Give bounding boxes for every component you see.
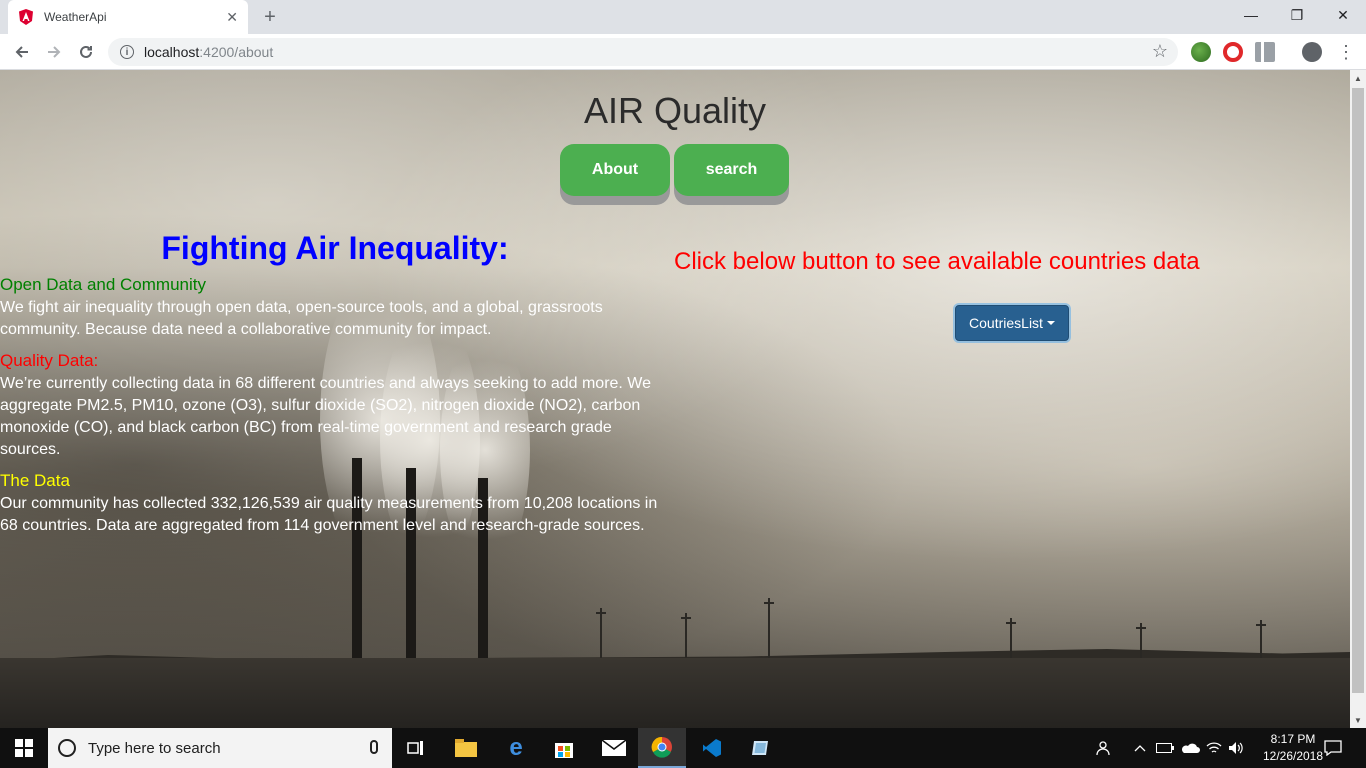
ground: [0, 658, 1350, 728]
microphone-icon[interactable]: [370, 740, 378, 754]
battery-icon[interactable]: [1156, 728, 1174, 768]
extension-chart-icon[interactable]: [1255, 42, 1275, 62]
profile-avatar-icon[interactable]: [1302, 42, 1322, 62]
section-body-data: Our community has collected 332,126,539 …: [0, 495, 658, 534]
close-window-button[interactable]: ✕: [1320, 0, 1366, 30]
main-heading: Fighting Air Inequality:: [161, 230, 509, 266]
info-icon[interactable]: i: [120, 45, 134, 59]
reload-icon: [80, 45, 92, 58]
clock-date: 12/26/2018: [1262, 749, 1324, 763]
wifi-icon[interactable]: [1206, 728, 1222, 768]
angular-icon: [19, 9, 33, 25]
onedrive-icon[interactable]: [1180, 728, 1200, 768]
section-body-community: We fight air inequality through open dat…: [0, 299, 603, 338]
vertical-scrollbar[interactable]: ▲ ▼: [1350, 70, 1366, 728]
notifications-icon[interactable]: [1324, 728, 1342, 768]
volume-icon[interactable]: [1228, 728, 1244, 768]
show-hidden-icons[interactable]: [1134, 728, 1146, 768]
forward-button[interactable]: [42, 40, 66, 64]
section-title-community: Open Data and Community: [0, 275, 206, 294]
opera-icon[interactable]: [1223, 42, 1243, 62]
search-button[interactable]: search: [674, 144, 789, 196]
back-arrow-icon: [15, 46, 28, 58]
start-button[interactable]: [0, 728, 48, 768]
menu-kebab-icon[interactable]: ⋮: [1334, 40, 1358, 64]
about-button[interactable]: About: [560, 144, 670, 196]
edge-icon[interactable]: e: [492, 728, 540, 768]
notes-app-icon[interactable]: [736, 728, 784, 768]
scroll-up-icon[interactable]: ▲: [1350, 70, 1366, 86]
chrome-taskbar-icon[interactable]: [638, 728, 686, 768]
browser-tab[interactable]: WeatherApi ✕: [8, 0, 248, 34]
address-bar[interactable]: i localhost:4200/about ☆: [108, 38, 1178, 66]
extension-globe-icon[interactable]: [1191, 42, 1211, 62]
url-path: :4200/about: [199, 44, 274, 60]
scroll-thumb[interactable]: [1352, 88, 1364, 693]
countries-prompt: Click below button to see available coun…: [674, 248, 1200, 275]
taskbar-search-placeholder: Type here to search: [88, 739, 221, 757]
task-view-icon[interactable]: [392, 728, 440, 768]
file-explorer-icon[interactable]: [442, 728, 490, 768]
tab-title: WeatherApi: [44, 10, 107, 24]
page-title: AIR Quality: [583, 90, 767, 131]
windows-logo-icon: [15, 739, 33, 757]
cortana-icon: [58, 739, 76, 757]
people-icon[interactable]: [1096, 728, 1114, 768]
maximize-button[interactable]: ❐: [1274, 0, 1320, 30]
new-tab-button[interactable]: +: [258, 5, 282, 29]
tab-close-icon[interactable]: ✕: [226, 9, 238, 26]
minimize-button[interactable]: —: [1228, 0, 1274, 30]
vscode-icon[interactable]: [688, 728, 736, 768]
url-host: localhost: [144, 44, 200, 60]
mail-icon[interactable]: [590, 728, 638, 768]
browser-tabstrip: WeatherApi ✕ + — ❐ ✕: [0, 0, 1366, 34]
forward-arrow-icon: [48, 46, 61, 58]
page-viewport: AIR Quality About search Fighting Air In…: [0, 70, 1350, 728]
store-icon[interactable]: [540, 728, 588, 768]
bookmark-star-icon[interactable]: ☆: [1152, 41, 1168, 62]
back-button[interactable]: [10, 40, 34, 64]
section-title-data: The Data: [0, 471, 70, 490]
system-clock[interactable]: 8:17 PM 12/26/2018: [1262, 731, 1324, 765]
caret-down-icon: [1046, 321, 1055, 325]
reload-button[interactable]: [74, 40, 98, 64]
taskbar: Type here to search e 8:17 PM 12/26/2018: [0, 728, 1366, 768]
countries-dropdown-label: CoutriesList: [969, 315, 1043, 331]
countries-dropdown-button[interactable]: CoutriesList: [955, 305, 1069, 341]
browser-toolbar: i localhost:4200/about ☆ ⋮: [0, 34, 1366, 70]
taskbar-search-box[interactable]: Type here to search: [48, 728, 392, 768]
section-title-quality: Quality Data:: [0, 351, 99, 370]
info-column: Fighting Air Inequality: Open Data and C…: [0, 230, 670, 547]
clock-time: 8:17 PM: [1270, 732, 1316, 746]
scroll-down-icon[interactable]: ▼: [1350, 712, 1366, 728]
section-body-quality: We’re currently collecting data in 68 di…: [0, 375, 652, 458]
